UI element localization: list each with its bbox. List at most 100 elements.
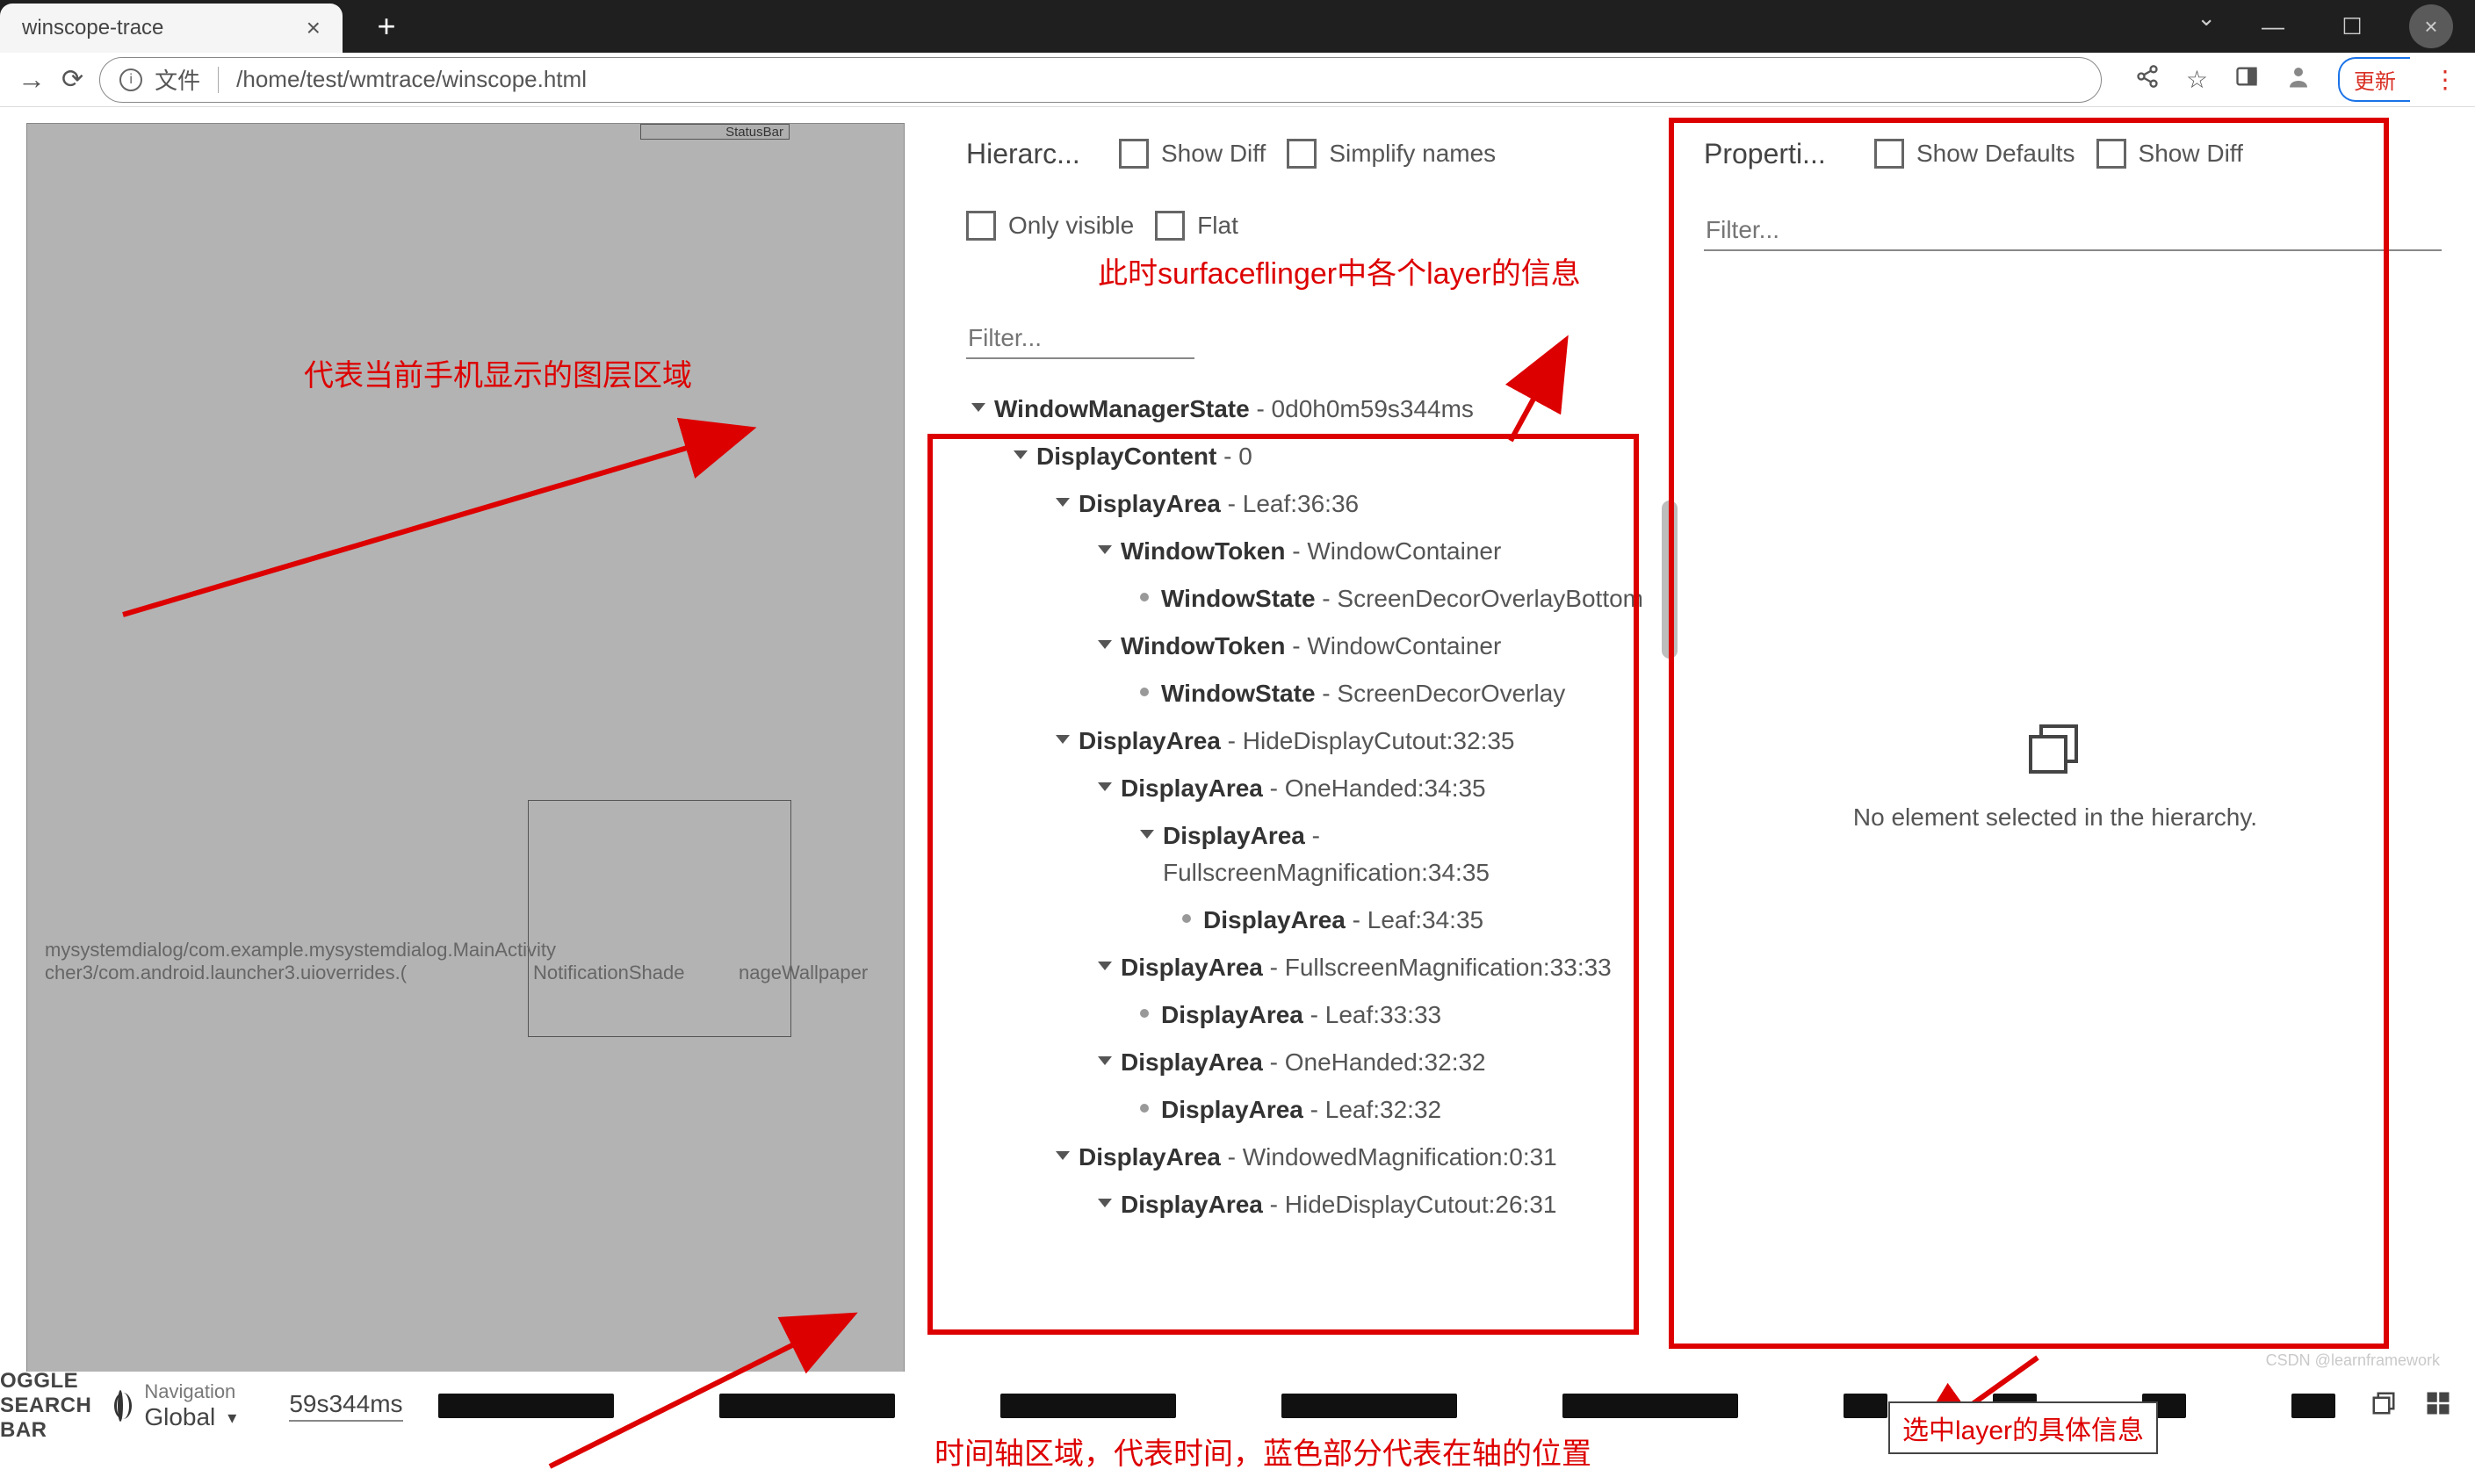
bullet-icon [1140, 593, 1149, 602]
chevron-down-icon[interactable] [1056, 498, 1070, 507]
tree-row[interactable]: DisplayArea - HideDisplayCutout:32:35 [971, 717, 1651, 765]
share-icon[interactable] [2135, 64, 2160, 95]
wallpaper-label: nageWallpaper [739, 962, 868, 984]
main-content: StatusBar mysystemdialog/com.example.mys… [0, 107, 2475, 1372]
globe-icon[interactable] [118, 1390, 123, 1422]
maximize-icon[interactable]: ☐ [2330, 4, 2374, 48]
chevron-down-icon[interactable]: ⌄ [2197, 4, 2216, 48]
panel-icon[interactable] [2234, 64, 2259, 95]
tree-row[interactable]: DisplayArea - WindowedMagnification:0:31 [971, 1134, 1651, 1181]
timeline-time-input[interactable]: 59s344ms [289, 1390, 402, 1422]
properties-panel: Properti... Show Defaults Show Diff No e… [1678, 123, 2442, 1372]
annotation-left-region: 代表当前手机显示的图层区域 [304, 351, 692, 394]
url-field[interactable]: i 文件 /home/test/wmtrace/winscope.html [99, 57, 2102, 103]
flat-label: Flat [1197, 212, 1238, 240]
layer-rect-notificationshade[interactable] [528, 800, 791, 1037]
chevron-down-icon[interactable] [1056, 735, 1070, 744]
show-diff-label: Show Diff [1161, 140, 1266, 168]
chevron-down-icon[interactable] [1140, 830, 1154, 839]
timeline-block[interactable] [438, 1394, 614, 1418]
empty-state-text: No element selected in the hierarchy. [1853, 803, 2257, 832]
chevron-down-icon[interactable] [1056, 1151, 1070, 1160]
annotation-timeline: 时间轴区域，代表时间，蓝色部分代表在轴的位置 [934, 1435, 1611, 1473]
watermark: CSDN @learnframework [2266, 1351, 2440, 1370]
chevron-down-icon[interactable] [1014, 450, 1028, 459]
tree-row[interactable]: DisplayArea - OneHanded:32:32 [971, 1039, 1651, 1086]
hierarchy-panel: Hierarc... Show Diff Simplify names Only… [940, 123, 1678, 1372]
empty-state-icon [2029, 724, 2082, 777]
timeline-block[interactable] [1281, 1394, 1457, 1418]
only-visible-checkbox[interactable] [966, 211, 996, 241]
simplify-names-label: Simplify names [1329, 140, 1496, 168]
tree-row[interactable]: WindowManagerState - 0d0h0m59s344ms [971, 385, 1651, 433]
notificationshade-label: NotificationShade [533, 962, 684, 984]
tree-row[interactable]: WindowState - ScreenDecorOverlay [971, 670, 1651, 717]
chevron-down-icon[interactable] [1098, 962, 1112, 970]
show-diff-checkbox[interactable] [1119, 139, 1149, 169]
url-bar: → ⟳ i 文件 /home/test/wmtrace/winscope.htm… [0, 53, 2475, 107]
hierarchy-title: Hierarc... [966, 138, 1098, 170]
close-window-icon[interactable]: × [2409, 4, 2453, 48]
bullet-icon [1140, 688, 1149, 696]
reload-icon[interactable]: ⟳ [61, 64, 83, 95]
tree-row[interactable]: DisplayArea - Leaf:34:35 [971, 897, 1651, 944]
close-tab-icon[interactable]: × [307, 14, 321, 42]
tree-row[interactable]: DisplayContent - 0 [971, 433, 1651, 480]
tree-row[interactable]: DisplayArea - HideDisplayCutout:26:31 [971, 1181, 1651, 1228]
show-defaults-checkbox[interactable] [1874, 139, 1904, 169]
browser-tab[interactable]: winscope-trace × [0, 4, 343, 53]
bullet-icon [1182, 914, 1191, 923]
grid-icon[interactable] [2425, 1390, 2451, 1423]
info-icon[interactable]: i [119, 68, 142, 91]
properties-title: Properti... [1704, 138, 1853, 170]
device-frame[interactable]: StatusBar mysystemdialog/com.example.mys… [26, 123, 905, 1423]
tree-row[interactable]: DisplayArea - FullscreenMagnification:34… [971, 812, 1651, 897]
properties-show-diff-label: Show Diff [2139, 140, 2243, 168]
simplify-names-checkbox[interactable] [1287, 139, 1317, 169]
tree-row[interactable]: WindowState - ScreenDecorOverlayBottom [971, 575, 1651, 623]
layers-icon[interactable] [2370, 1390, 2397, 1423]
tab-title: winscope-trace [22, 16, 307, 40]
chevron-down-icon[interactable] [1098, 640, 1112, 649]
forward-icon[interactable]: → [18, 63, 46, 96]
tree-row[interactable]: DisplayArea - OneHanded:34:35 [971, 765, 1651, 812]
properties-filter-input[interactable] [1704, 211, 2442, 251]
timeline-block[interactable] [2291, 1394, 2335, 1418]
flat-checkbox[interactable] [1155, 211, 1185, 241]
tree-row[interactable]: DisplayArea - Leaf:32:32 [971, 1086, 1651, 1134]
new-tab-button[interactable]: + [360, 2, 413, 51]
tree-row[interactable]: DisplayArea - Leaf:33:33 [971, 991, 1651, 1039]
chevron-down-icon[interactable] [1098, 545, 1112, 554]
annotation-sf-info: 此时surfaceflinger中各个layer的信息 [1098, 249, 1651, 292]
tree-row[interactable]: WindowToken - WindowContainer [971, 528, 1651, 575]
chevron-down-icon[interactable] [971, 403, 985, 412]
tree-row[interactable]: DisplayArea - FullscreenMagnification:33… [971, 944, 1651, 991]
tree-row[interactable]: DisplayArea - Leaf:36:36 [971, 480, 1651, 528]
device-preview-panel: StatusBar mysystemdialog/com.example.mys… [0, 123, 940, 1372]
url-path: /home/test/wmtrace/winscope.html [236, 66, 587, 93]
minimize-icon[interactable]: — [2251, 4, 2295, 48]
timeline-block[interactable] [1000, 1394, 1176, 1418]
menu-icon[interactable]: ⋮ [2433, 65, 2457, 94]
tree-row[interactable]: WindowToken - WindowContainer [971, 623, 1651, 670]
status-bar-layer[interactable]: StatusBar [640, 124, 790, 140]
hierarchy-filter-input[interactable] [966, 319, 1194, 359]
chevron-down-icon[interactable] [1098, 1199, 1112, 1207]
chevron-down-icon: ▾ [227, 1407, 236, 1429]
activity-label-2: cher3/com.android.launcher3.uioverrides.… [45, 962, 407, 984]
scrollbar[interactable] [1662, 501, 1678, 659]
properties-show-diff-checkbox[interactable] [2096, 139, 2126, 169]
toggle-search-bar-button[interactable]: OGGLE SEARCH BAR [0, 1369, 91, 1443]
timeline-block[interactable] [1844, 1394, 1887, 1418]
url-prefix: 文件 [155, 63, 200, 96]
timeline-block[interactable] [1562, 1394, 1738, 1418]
star-icon[interactable]: ☆ [2186, 65, 2208, 94]
profile-icon[interactable] [2285, 63, 2312, 96]
timeline-block[interactable] [719, 1394, 895, 1418]
properties-empty-state: No element selected in the hierarchy. [1704, 339, 2406, 1217]
hierarchy-tree[interactable]: WindowManagerState - 0d0h0m59s344msDispl… [966, 385, 1651, 1228]
chevron-down-icon[interactable] [1098, 1056, 1112, 1065]
navigation-scope-select[interactable]: Global▾ [144, 1403, 236, 1431]
update-button[interactable]: 更新 [2338, 57, 2410, 102]
chevron-down-icon[interactable] [1098, 782, 1112, 791]
